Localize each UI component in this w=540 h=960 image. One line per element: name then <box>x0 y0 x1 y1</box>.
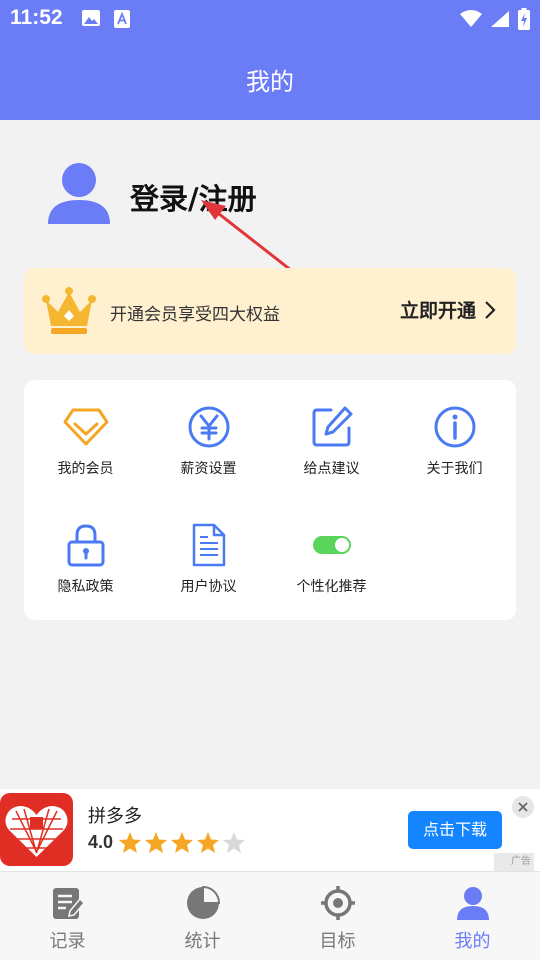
ad-close-icon[interactable] <box>512 796 534 818</box>
open-vip-label: 立即开通 <box>399 300 476 322</box>
menu-item-feedback[interactable]: 给点建议 <box>270 380 393 490</box>
menu-label: 给点建议 <box>303 461 360 477</box>
vip-banner[interactable]: 开通会员享受四大权益 立即开通 <box>24 268 516 354</box>
menu-label: 薪资设置 <box>180 461 237 477</box>
target-icon <box>320 886 355 920</box>
font-icon <box>114 10 130 28</box>
star-empty-icon <box>223 832 246 853</box>
star-filled-icon <box>119 832 142 853</box>
status-time: 11:52 <box>10 6 63 29</box>
tab-mine[interactable]: 我的 <box>405 872 540 960</box>
star-filled-icon <box>145 832 168 853</box>
edit-icon <box>312 406 352 447</box>
menu-label: 我的会员 <box>57 461 114 477</box>
battery-charging-icon <box>518 8 530 30</box>
record-icon <box>52 888 85 919</box>
tab-target[interactable]: 目标 <box>270 872 405 960</box>
open-vip-button[interactable]: 立即开通 <box>400 296 496 323</box>
menu-card: 我的会员 薪资设置 给点建议 关于我们 隐私政策 用户协议 个性化推荐 <box>24 380 516 620</box>
document-icon <box>192 523 225 567</box>
menu-item-personalized-recommendation[interactable]: 个性化推荐 <box>270 498 393 608</box>
profile-login[interactable]: 登录/注册 <box>46 160 346 230</box>
avatar-icon <box>48 163 110 224</box>
pinduoduo-logo-icon <box>0 793 73 866</box>
ad-rating: 4.0 <box>88 832 246 853</box>
ad-tag: 广告 <box>494 853 534 871</box>
info-icon <box>434 406 475 448</box>
star-filled-icon <box>171 832 194 853</box>
menu-label: 关于我们 <box>426 461 483 477</box>
login-register-label[interactable]: 登录/注册 <box>130 176 257 218</box>
ad-download-button[interactable]: 点击下载 <box>408 811 502 849</box>
ad-app-name: 拼多多 <box>88 806 142 827</box>
image-icon <box>82 10 100 26</box>
ad-rating-value: 4.0 <box>88 832 114 852</box>
yen-icon <box>188 406 229 448</box>
menu-label: 个性化推荐 <box>296 579 367 595</box>
signal-icon <box>491 11 509 27</box>
app-header: 我的 <box>0 38 540 120</box>
menu-label: 用户协议 <box>180 579 237 595</box>
toggle-icon[interactable] <box>309 522 355 568</box>
nav-label: 统计 <box>184 931 221 952</box>
menu-item-user-agreement[interactable]: 用户协议 <box>147 498 270 608</box>
menu-item-about-us[interactable]: 关于我们 <box>393 380 516 490</box>
menu-item-membership[interactable]: 我的会员 <box>24 380 147 490</box>
menu-item-privacy-policy[interactable]: 隐私政策 <box>24 498 147 608</box>
ad-tag-label: 广告 <box>511 856 531 867</box>
tab-statistics[interactable]: 统计 <box>135 872 270 960</box>
nav-label: 我的 <box>454 931 491 952</box>
menu-label: 隐私政策 <box>57 579 114 595</box>
nav-label: 记录 <box>49 931 86 952</box>
wifi-icon <box>460 10 482 27</box>
vip-benefits-text: 开通会员享受四大权益 <box>110 305 280 325</box>
menu-item-salary-settings[interactable]: 薪资设置 <box>147 380 270 490</box>
bottom-nav: 记录 统计 目标 我的 <box>0 871 540 960</box>
diamond-icon <box>63 408 108 446</box>
star-filled-icon <box>197 832 220 853</box>
chevron-right-icon <box>485 300 496 319</box>
ad-banner[interactable]: 拼多多 4.0 点击下载 <box>0 789 540 871</box>
status-bar: 11:52 <box>0 0 540 38</box>
lock-icon <box>67 524 104 567</box>
nav-label: 目标 <box>319 931 356 952</box>
user-icon <box>456 887 489 920</box>
pie-chart-icon <box>186 885 220 919</box>
page-title: 我的 <box>246 68 294 96</box>
tab-record[interactable]: 记录 <box>0 872 135 960</box>
crown-icon <box>42 287 96 334</box>
